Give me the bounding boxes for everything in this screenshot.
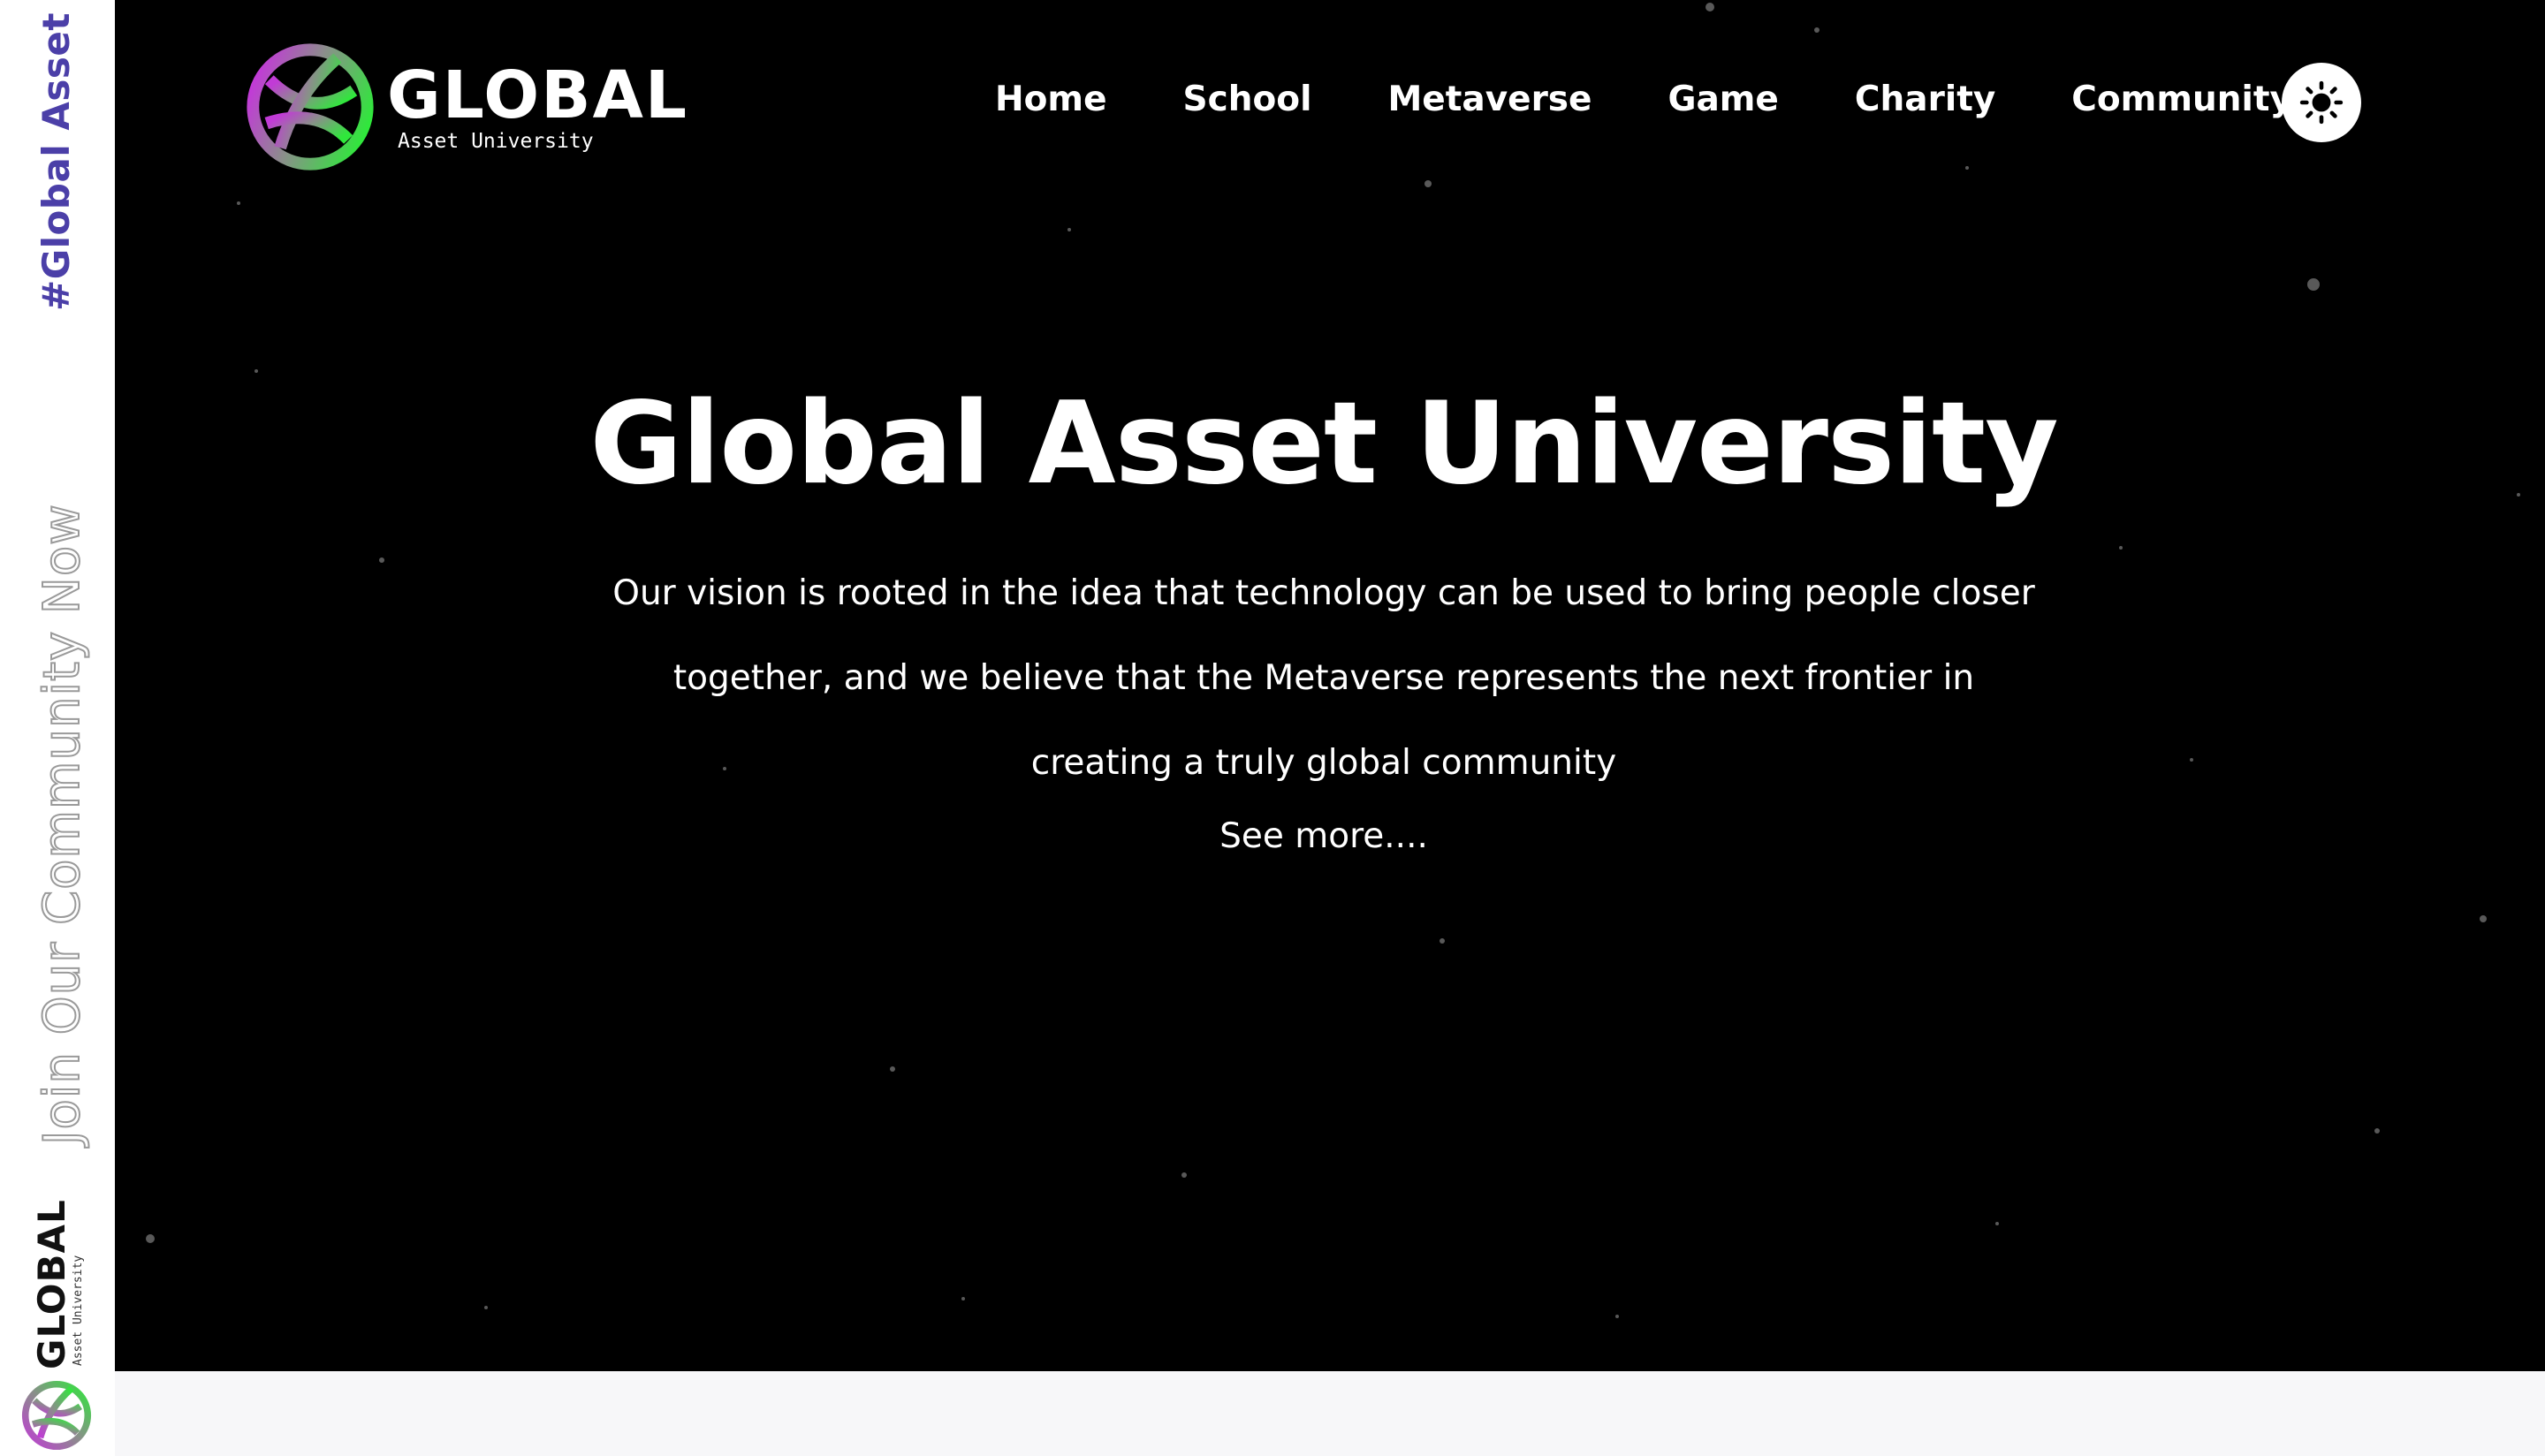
- sun-icon: [2299, 80, 2344, 125]
- globe-logo-icon: [247, 43, 374, 171]
- nav-metaverse[interactable]: Metaverse: [1387, 80, 1592, 119]
- hero-description: Our vision is rooted in the idea that te…: [612, 573, 2035, 783]
- theme-toggle-button[interactable]: [2282, 63, 2361, 142]
- globe-logo-icon[interactable]: [19, 1378, 94, 1452]
- nav-game[interactable]: Game: [1668, 80, 1778, 119]
- hero-title: Global Asset University: [589, 378, 2058, 510]
- hero-section: GLOBAL Asset University Home School Meta…: [115, 0, 2545, 1371]
- see-more-link[interactable]: See more....: [115, 816, 2533, 856]
- rail-logo-word: GLOBAL: [30, 1199, 73, 1369]
- logo-text: GLOBAL Asset University: [387, 63, 688, 152]
- logo-subtitle: Asset University: [398, 129, 594, 153]
- nav-charity[interactable]: Charity: [1855, 80, 1995, 119]
- logo-word: GLOBAL: [387, 57, 688, 133]
- nav-community[interactable]: Community: [2071, 80, 2292, 119]
- join-community-link[interactable]: Join Our Community Now: [33, 503, 92, 1146]
- nav-home[interactable]: Home: [995, 80, 1107, 119]
- site-logo[interactable]: GLOBAL Asset University: [242, 39, 688, 175]
- main-nav: Home School Metaverse Game Charity Commu…: [995, 80, 2292, 119]
- nav-school[interactable]: School: [1183, 80, 1312, 119]
- rail-logo-text: GLOBAL Asset University: [30, 1199, 85, 1369]
- rail-logo-sub: Asset University: [72, 1255, 85, 1366]
- rail-hashtag: #Global Asset U: [34, 0, 78, 311]
- left-rail: #Global Asset U Join Our Community Now G…: [0, 0, 115, 1456]
